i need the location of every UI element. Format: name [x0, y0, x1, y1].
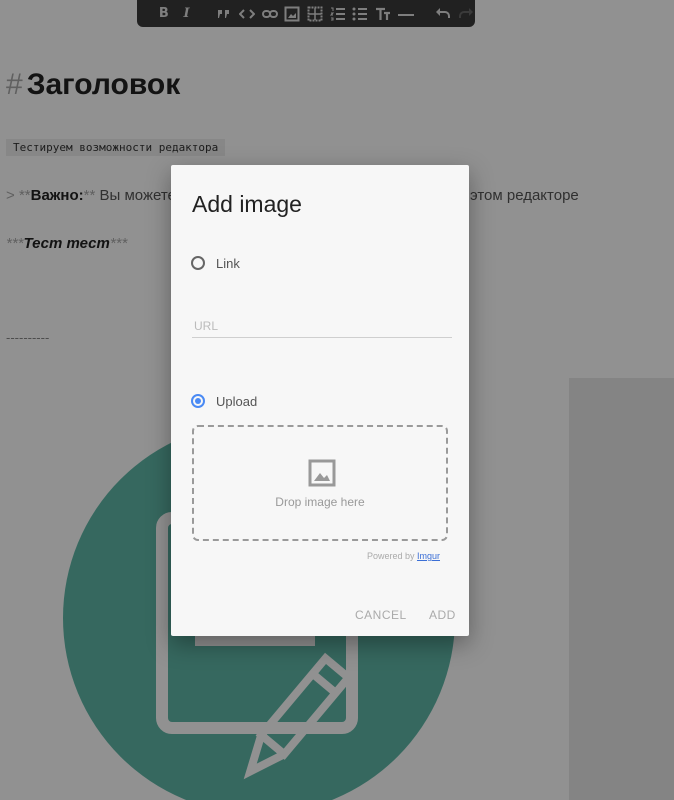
link-radio[interactable] — [191, 256, 205, 270]
add-button[interactable]: ADD — [429, 608, 456, 622]
url-input[interactable] — [192, 315, 452, 338]
link-radio-label[interactable]: Link — [216, 256, 240, 271]
image-dropzone[interactable]: Drop image here — [192, 425, 448, 541]
powered-by: Powered by Imgur — [367, 551, 440, 561]
add-image-dialog: Add image Link Upload Drop image here Po… — [171, 165, 469, 636]
editor-page: B I # Заголовок Тестируем возможности ре… — [0, 0, 674, 800]
dialog-title: Add image — [192, 191, 302, 217]
upload-radio-label[interactable]: Upload — [216, 394, 257, 409]
image-placeholder-icon — [308, 459, 336, 487]
upload-radio[interactable] — [191, 394, 205, 408]
imgur-link[interactable]: Imgur — [417, 551, 440, 561]
powered-by-text: Powered by — [366, 551, 415, 561]
cancel-button[interactable]: CANCEL — [355, 608, 407, 622]
drop-image-text: Drop image here — [275, 495, 365, 509]
